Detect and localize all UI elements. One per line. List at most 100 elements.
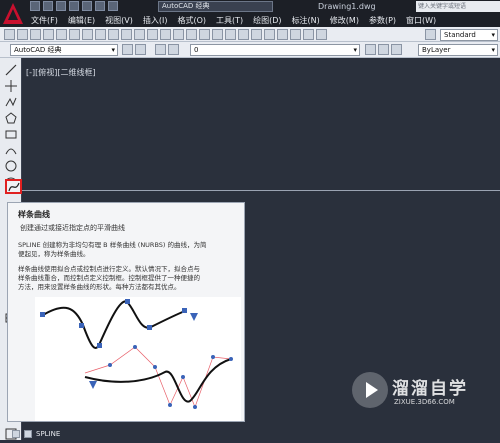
fit-point (79, 323, 84, 328)
3dprint-icon[interactable] (82, 29, 93, 40)
standard-icons (4, 29, 327, 40)
plot-icon[interactable] (43, 29, 54, 40)
text-style-combo[interactable]: Standard (440, 29, 498, 41)
menu-format[interactable]: 格式(O) (172, 15, 211, 26)
zoom-window-icon[interactable] (212, 29, 223, 40)
open-icon[interactable] (43, 1, 53, 11)
search-input[interactable]: 键入关键字或短语 (416, 1, 500, 12)
fit-point (182, 308, 187, 313)
workspace-settings-icon[interactable] (122, 44, 133, 55)
control-frame (84, 346, 232, 408)
polygon-icon (5, 112, 17, 124)
tooltip-title: 样条曲线 (18, 210, 50, 219)
quick-access-toolbar (30, 1, 118, 11)
menu-insert[interactable]: 插入(I) (138, 15, 173, 26)
preview-icon[interactable] (56, 29, 67, 40)
tool-palettes-icon[interactable] (264, 29, 275, 40)
zoom-icon[interactable] (199, 29, 210, 40)
redo-icon[interactable] (108, 1, 118, 11)
menu-modify[interactable]: 修改(M) (325, 15, 364, 26)
xline-icon (5, 80, 17, 92)
workspace-combo[interactable]: AutoCAD 经典 (10, 44, 118, 56)
undo-icon[interactable] (95, 1, 105, 11)
title-bar: AutoCAD 经典 Drawing1.dwg 键入关键字或短语 (0, 0, 500, 14)
menu-view[interactable]: 视图(V) (100, 15, 138, 26)
zoom-previous-icon[interactable] (225, 29, 236, 40)
arc-icon (5, 148, 17, 155)
menu-dimension[interactable]: 标注(N) (287, 15, 325, 26)
menu-parametric[interactable]: 参数(P) (364, 15, 401, 26)
text-style-icon[interactable] (425, 29, 436, 40)
spline-diagram (40, 299, 233, 409)
design-center-icon[interactable] (251, 29, 262, 40)
properties-icon[interactable] (238, 29, 249, 40)
play-logo-icon (352, 372, 388, 408)
copy-icon[interactable] (108, 29, 119, 40)
watermark-name: 溜溜自学 (392, 379, 468, 399)
menu-file[interactable]: 文件(F) (26, 15, 63, 26)
circle-tool[interactable] (5, 160, 17, 172)
layer-combo[interactable]: 0 (190, 44, 360, 56)
viewport-label[interactable]: [-][俯视][二维线框] (26, 67, 96, 78)
help-icon[interactable] (316, 29, 327, 40)
document-title: Drawing1.dwg (318, 2, 376, 11)
line-tool[interactable] (5, 64, 17, 76)
spline-tool-button[interactable] (5, 179, 22, 194)
menu-bar: 文件(F) 编辑(E) 视图(V) 插入(I) 格式(O) 工具(T) 绘图(D… (26, 14, 500, 27)
make-current-icon[interactable] (365, 44, 376, 55)
open-icon[interactable] (17, 29, 28, 40)
menu-window[interactable]: 窗口(W) (401, 15, 441, 26)
spline-tooltip: 样条曲线 创建通过或接近指定点的平滑曲线 SPLINE 创建称为非均匀有理 B … (7, 202, 245, 422)
sheet-set-icon[interactable] (277, 29, 288, 40)
publish-icon[interactable] (69, 29, 80, 40)
circle-icon (5, 160, 17, 172)
undo-icon[interactable] (160, 29, 171, 40)
application-menu-button[interactable] (0, 0, 26, 27)
cut-icon[interactable] (95, 29, 106, 40)
spline-small-icon (24, 429, 32, 438)
paste-icon[interactable] (121, 29, 132, 40)
layer-properties-icon[interactable] (155, 44, 166, 55)
line-icon (5, 64, 17, 76)
layers-toolbar: AutoCAD 经典 0 ByLayer (0, 42, 500, 58)
polyline-tool[interactable] (5, 96, 17, 108)
menu-edit[interactable]: 编辑(E) (63, 15, 100, 26)
qnew-icon[interactable] (4, 29, 15, 40)
command-label: SPLINE (36, 429, 61, 438)
redo-icon[interactable] (173, 29, 184, 40)
workspace-selector[interactable]: AutoCAD 经典 (158, 1, 273, 12)
layer-state-icon[interactable] (168, 44, 179, 55)
pan-icon[interactable] (186, 29, 197, 40)
fit-point (40, 312, 45, 317)
watermark: 溜溜自学 ZIXUE.3D66.COM (352, 372, 498, 416)
tooltip-para2-line2: 样条曲线重合，而控制点定义控制框。控制框提供了一种便捷的 (18, 274, 200, 282)
standard-toolbar: Standard (0, 27, 500, 42)
arc-tool[interactable] (5, 144, 17, 156)
rectangle-tool[interactable] (5, 128, 17, 140)
new-icon[interactable] (30, 1, 40, 11)
workspace-icons (122, 44, 146, 55)
spline-illustration (35, 297, 241, 421)
markup-icon[interactable] (290, 29, 301, 40)
menu-tools[interactable]: 工具(T) (211, 15, 248, 26)
fit-point (147, 325, 152, 330)
layer-match-icon[interactable] (391, 44, 402, 55)
construction-line-tool[interactable] (5, 80, 17, 92)
calculator-icon[interactable] (303, 29, 314, 40)
color-combo[interactable]: ByLayer (418, 44, 498, 56)
spline-end-marker (190, 313, 198, 321)
workspace-lock-icon[interactable] (135, 44, 146, 55)
block-icon[interactable] (147, 29, 158, 40)
menu-draw[interactable]: 绘图(D) (248, 15, 286, 26)
saveas-icon[interactable] (69, 1, 79, 11)
print-icon[interactable] (82, 1, 92, 11)
layer-icons (155, 44, 179, 55)
save-icon[interactable] (30, 29, 41, 40)
polyline-icon (5, 97, 17, 107)
match-icon[interactable] (134, 29, 145, 40)
polygon-tool[interactable] (5, 112, 17, 124)
tooltip-para2-line1: 样条曲线使用拟合点或控制点进行定义。默认情况下，拟合点与 (18, 265, 200, 273)
layer-previous-icon[interactable] (378, 44, 389, 55)
autocad-logo-icon (3, 3, 23, 24)
save-icon[interactable] (56, 1, 66, 11)
